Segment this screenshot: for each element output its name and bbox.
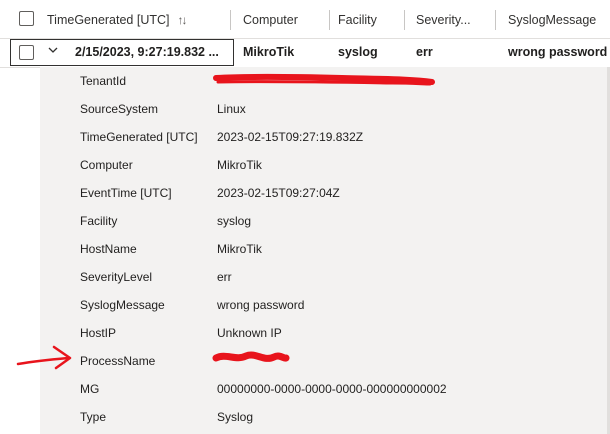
column-header-label: Severity...	[416, 13, 471, 27]
detail-row-eventtime: EventTime [UTC] 2023-02-15T09:27:04Z	[40, 179, 610, 207]
column-header-facility[interactable]: Facility	[338, 10, 400, 30]
cell-syslogmessage: wrong password	[508, 45, 608, 59]
detail-row-hostname: HostName MikroTik	[40, 235, 610, 263]
detail-row-hostip: HostIP Unknown IP	[40, 319, 610, 347]
sort-icon[interactable]: ↑↓	[178, 13, 188, 27]
detail-row-timegenerated: TimeGenerated [UTC] 2023-02-15T09:27:19.…	[40, 123, 610, 151]
cell-facility: syslog	[338, 45, 378, 59]
column-header-syslogmessage[interactable]: SyslogMessage	[508, 10, 608, 30]
detail-row-syslogmessage: SyslogMessage wrong password	[40, 291, 610, 319]
detail-row-mg: MG 00000000-0000-0000-0000-000000000002	[40, 375, 610, 403]
column-header-severity[interactable]: Severity...	[416, 10, 488, 30]
column-resize-handle[interactable]	[329, 10, 330, 30]
column-resize-handle[interactable]	[495, 10, 496, 30]
select-all-checkbox[interactable]	[19, 11, 34, 26]
detail-value: 2023-02-15T09:27:04Z	[217, 186, 340, 200]
column-header-computer[interactable]: Computer	[243, 10, 328, 30]
detail-row-severitylevel: SeverityLevel err	[40, 263, 610, 291]
detail-key: EventTime [UTC]	[80, 186, 172, 200]
detail-key: TimeGenerated [UTC]	[80, 130, 198, 144]
detail-key: TenantId	[80, 74, 127, 88]
detail-row-processname: ProcessName	[40, 347, 610, 375]
cell-computer: MikroTik	[243, 45, 295, 59]
detail-key: SeverityLevel	[80, 270, 153, 284]
detail-key: HostName	[80, 242, 137, 256]
column-header-label: TimeGenerated [UTC]	[47, 13, 170, 27]
chevron-down-icon[interactable]	[47, 44, 61, 58]
results-table-header: TimeGenerated [UTC] ↑↓ Computer Facility…	[0, 0, 610, 39]
detail-value: 00000000-0000-0000-0000-000000000002	[217, 382, 447, 396]
detail-row-type: Type Syslog	[40, 403, 610, 431]
detail-value: Unknown IP	[217, 326, 282, 340]
column-resize-handle[interactable]	[230, 10, 231, 30]
detail-value: syslog	[217, 214, 252, 228]
detail-row-facility: Facility syslog	[40, 207, 610, 235]
column-header-label: SyslogMessage	[508, 13, 597, 27]
row-select-checkbox[interactable]	[19, 45, 34, 60]
detail-key: Type	[80, 410, 107, 424]
column-resize-handle[interactable]	[404, 10, 405, 30]
cell-severity: err	[416, 45, 433, 59]
detail-value: Syslog	[217, 410, 254, 424]
detail-key: MG	[80, 382, 100, 396]
column-header-timegenerated[interactable]: TimeGenerated [UTC] ↑↓	[47, 10, 227, 30]
detail-key: SyslogMessage	[80, 298, 165, 312]
detail-value: err	[217, 270, 232, 284]
detail-value: Linux	[217, 102, 246, 116]
detail-key: Computer	[80, 158, 133, 172]
detail-row-sourcesystem: SourceSystem Linux	[40, 95, 610, 123]
detail-key: SourceSystem	[80, 102, 159, 116]
column-header-label: Facility	[338, 13, 377, 27]
detail-key: ProcessName	[80, 354, 156, 368]
column-header-label: Computer	[243, 13, 298, 27]
detail-value: wrong password	[217, 298, 305, 312]
redaction-mark-tenantid	[213, 73, 435, 86]
redaction-mark-processname	[212, 351, 290, 362]
annotation-arrow	[16, 345, 72, 370]
detail-value: 2023-02-15T09:27:19.832Z	[217, 130, 364, 144]
cell-timegenerated: 2/15/2023, 9:27:19.832 ...	[75, 45, 219, 59]
detail-key: HostIP	[80, 326, 117, 340]
detail-key: Facility	[80, 214, 118, 228]
detail-row-computer: Computer MikroTik	[40, 151, 610, 179]
detail-value: MikroTik	[217, 242, 262, 256]
detail-value: MikroTik	[217, 158, 262, 172]
